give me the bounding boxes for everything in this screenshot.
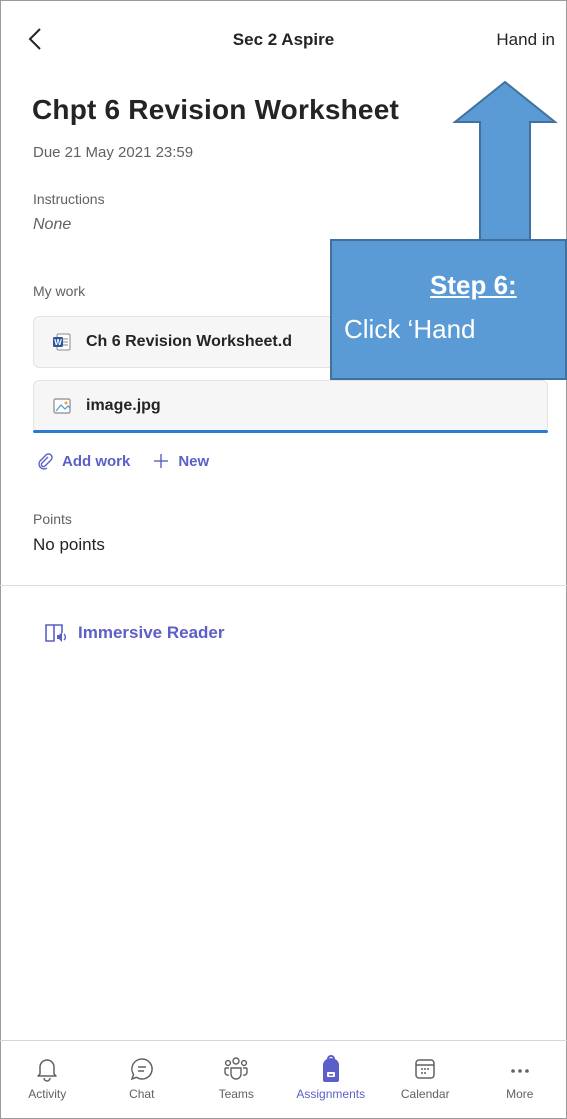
- assignments-icon: [322, 1055, 339, 1082]
- section-divider: [0, 585, 567, 586]
- immersive-reader-label: Immersive Reader: [78, 623, 225, 642]
- callout-text: Click ‘Hand: [344, 314, 476, 344]
- more-icon: [510, 1069, 529, 1073]
- page-title: Chpt 6 Revision Worksheet: [32, 94, 400, 125]
- file-name: image.jpg: [86, 397, 161, 414]
- nav-label: Teams: [218, 1087, 254, 1101]
- my-work-label: My work: [33, 283, 86, 299]
- step-callout: Step 6: Click ‘Hand: [330, 239, 567, 380]
- upload-progress-line: [33, 430, 548, 433]
- nav-label: More: [506, 1087, 534, 1101]
- callout-title: Step 6:: [430, 270, 517, 300]
- nav-label: Activity: [28, 1087, 67, 1101]
- nav-label: Assignments: [296, 1087, 366, 1101]
- nav-item-activity[interactable]: Activity: [0, 1041, 95, 1119]
- up-arrow-annotation: [452, 80, 558, 249]
- bottom-nav: Activity Chat Teams Assignments Calendar…: [0, 1041, 567, 1119]
- nav-item-chat[interactable]: Chat: [95, 1041, 190, 1119]
- instructions-value: None: [33, 216, 72, 233]
- word-doc-icon: W: [53, 333, 71, 351]
- points-value: No points: [33, 535, 105, 554]
- calendar-icon: [415, 1059, 435, 1079]
- nav-label: Chat: [129, 1087, 155, 1101]
- chat-icon: [130, 1058, 153, 1081]
- nav-item-teams[interactable]: Teams: [189, 1041, 284, 1119]
- bell-icon: [37, 1059, 57, 1082]
- add-work-button[interactable]: Add work: [36, 452, 130, 470]
- points-label: Points: [33, 511, 72, 527]
- file-card-image[interactable]: image.jpg: [33, 380, 548, 432]
- plus-icon: [154, 454, 169, 468]
- new-button[interactable]: New: [152, 452, 209, 470]
- header-title: Sec 2 Aspire: [232, 30, 335, 49]
- add-work-label: Add work: [62, 452, 131, 470]
- nav-label: Calendar: [400, 1087, 450, 1101]
- nav-item-more[interactable]: More: [473, 1041, 567, 1119]
- teams-icon: [224, 1057, 248, 1080]
- new-label: New: [178, 452, 210, 470]
- work-actions: Add work New: [36, 452, 231, 470]
- nav-item-assignments[interactable]: Assignments: [284, 1041, 379, 1119]
- paperclip-icon: [38, 453, 53, 470]
- immersive-reader-icon: [45, 624, 66, 642]
- file-name: Ch 6 Revision Worksheet.d: [86, 333, 292, 350]
- hand-in-button[interactable]: Hand in: [496, 30, 555, 50]
- due-date: Due 21 May 2021 23:59: [33, 144, 194, 161]
- nav-item-calendar[interactable]: Calendar: [378, 1041, 473, 1119]
- svg-text:W: W: [54, 338, 62, 347]
- immersive-reader-button[interactable]: Immersive Reader: [44, 622, 224, 644]
- image-file-icon: [53, 398, 71, 414]
- instructions-label: Instructions: [33, 191, 105, 207]
